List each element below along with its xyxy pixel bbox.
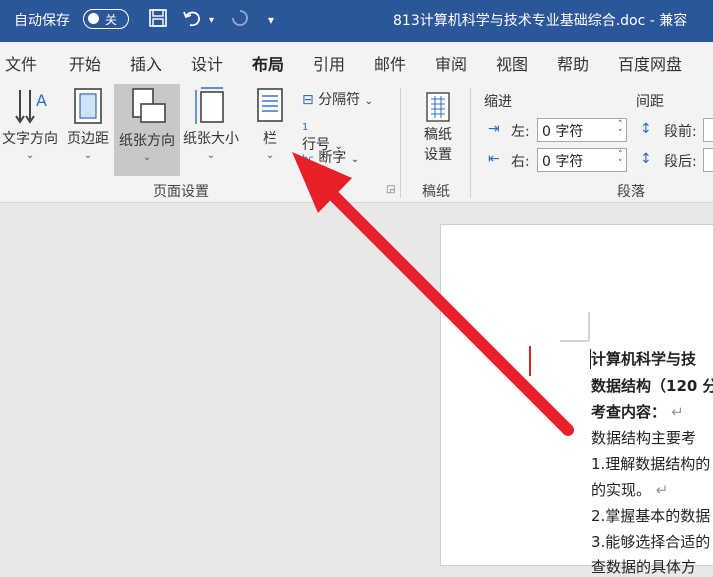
red-arrow-annotation: [292, 152, 574, 436]
